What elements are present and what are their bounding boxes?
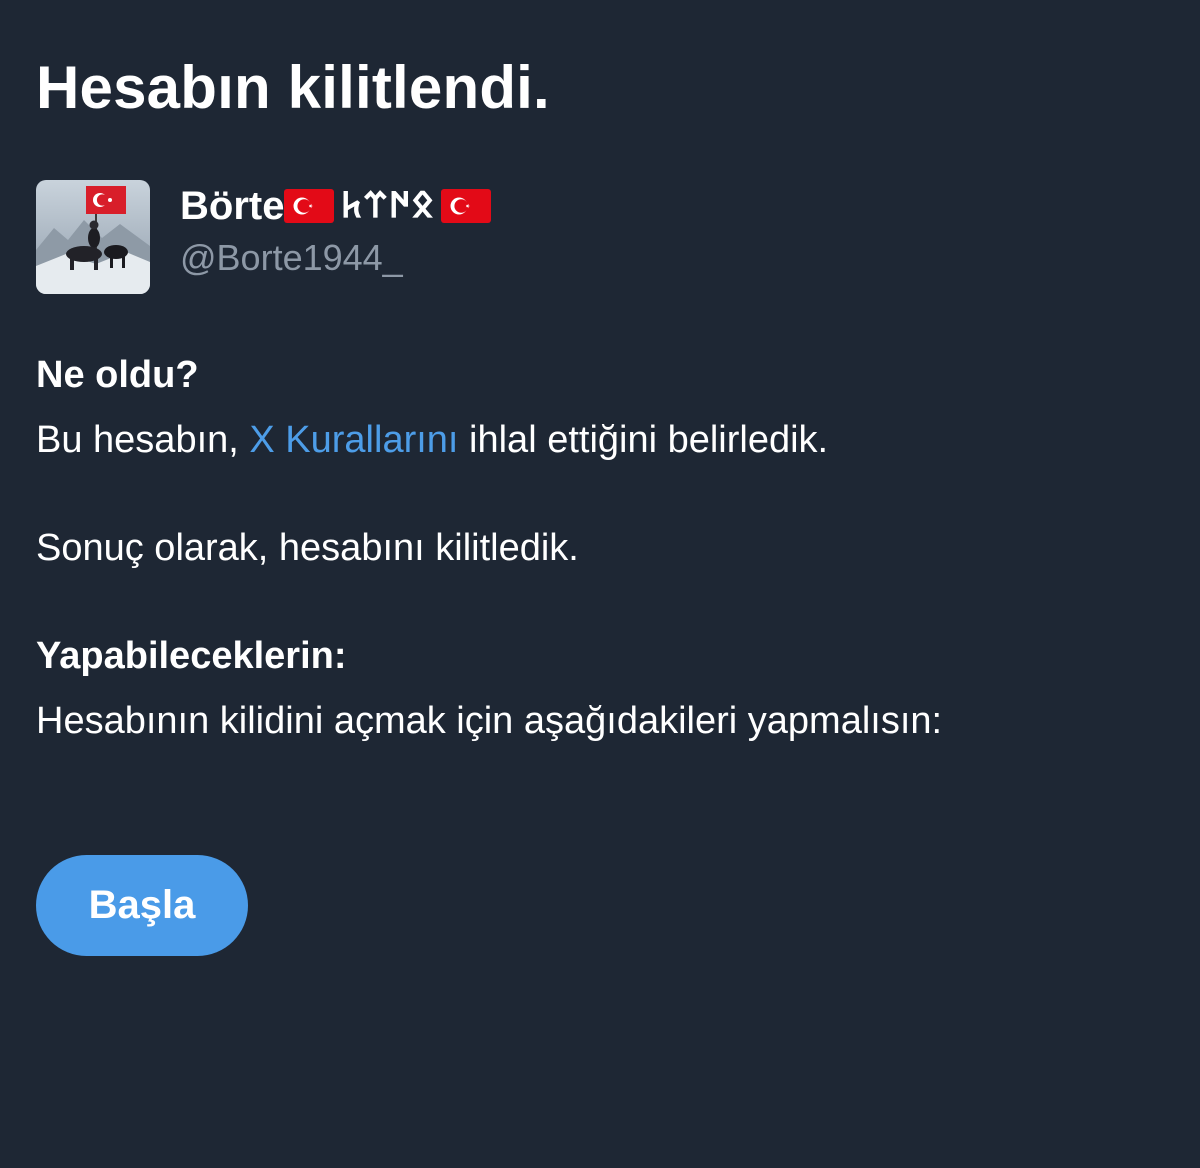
start-button[interactable]: Başla bbox=[36, 855, 248, 956]
turkish-flag-icon bbox=[284, 189, 335, 223]
turkish-flag-icon bbox=[441, 189, 492, 223]
what-you-can-do-heading: Yapabileceklerin: bbox=[36, 635, 347, 677]
unlock-instructions-text: Hesabının kilidini açmak için aşağıdakil… bbox=[36, 700, 943, 742]
x-rules-link[interactable]: X Kurallarını bbox=[249, 419, 458, 461]
violation-text-before: Bu hesabın, bbox=[36, 419, 250, 461]
consequence-text: Sonuç olarak, hesabını kilitledik. bbox=[36, 527, 579, 569]
display-name: Börte 𐰋𐰇𐰼𐱅 bbox=[180, 180, 492, 232]
account-handle: @Borte1944_ bbox=[180, 237, 403, 278]
avatar bbox=[36, 180, 150, 294]
display-name-text: Börte bbox=[180, 184, 285, 228]
violation-text: Bu hesabın, X Kurallarını ihlal ettiğini… bbox=[36, 417, 828, 463]
display-name-runic: 𐰋𐰇𐰼𐱅 bbox=[340, 185, 436, 226]
violation-text-after: ihlal ettiğini belirledik. bbox=[458, 419, 829, 461]
locked-account-screen: Hesabın kilitlendi. Börte 𐰋𐰇𐰼𐱅 @Borte194… bbox=[0, 0, 1200, 1168]
page-title: Hesabın kilitlendi. bbox=[36, 54, 550, 121]
what-happened-heading: Ne oldu? bbox=[36, 354, 199, 396]
